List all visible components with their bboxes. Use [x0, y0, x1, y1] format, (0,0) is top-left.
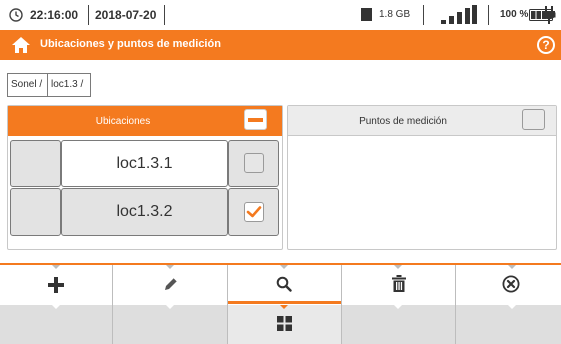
status-separator: [164, 5, 165, 25]
locations-select-all-checkbox[interactable]: [244, 109, 267, 130]
location-name[interactable]: loc1.3.2: [61, 188, 228, 236]
edit-button[interactable]: [113, 265, 225, 304]
add-icon: [48, 277, 64, 293]
grid-view-button[interactable]: [228, 305, 341, 344]
location-name[interactable]: loc1.3.1: [61, 140, 228, 187]
sd-card-icon: [361, 8, 372, 21]
battery-level: 100 %: [500, 9, 529, 20]
close-icon: [502, 275, 520, 293]
breadcrumb-current[interactable]: loc1.3 /: [47, 73, 91, 97]
close-button[interactable]: [456, 265, 561, 304]
delete-icon: [392, 275, 406, 292]
location-checkbox[interactable]: [244, 202, 264, 222]
memory-free: 1.8 GB: [379, 9, 411, 20]
edit-icon: [165, 277, 178, 290]
status-separator: [423, 5, 424, 25]
home-icon[interactable]: [12, 37, 30, 53]
grid-view-icon: [277, 316, 292, 331]
measurement-points-header-label: Puntos de medición: [359, 116, 447, 127]
locations-header-label: Ubicaciones: [95, 116, 151, 127]
status-separator: [488, 5, 489, 25]
search-button[interactable]: [228, 265, 340, 304]
delete-button[interactable]: [342, 265, 454, 304]
status-time: 22:16:00: [30, 8, 79, 22]
notch: [508, 305, 516, 309]
status-date: 2018-07-20: [95, 8, 157, 22]
location-checkbox[interactable]: [244, 153, 264, 173]
notch: [166, 305, 174, 309]
add-button[interactable]: [0, 265, 112, 304]
location-icon-cell[interactable]: [10, 140, 61, 187]
plug-icon: [543, 6, 555, 24]
signal-icon: [441, 5, 477, 24]
checkmark-icon: [246, 206, 262, 218]
location-icon-cell[interactable]: [10, 188, 61, 236]
points-select-all-checkbox[interactable]: [522, 109, 545, 130]
search-icon: [276, 276, 292, 292]
breadcrumb-root[interactable]: Sonel /: [7, 73, 48, 97]
notch: [394, 305, 402, 309]
notch: [52, 305, 60, 309]
help-icon[interactable]: ?: [537, 36, 555, 54]
page-title: Ubicaciones y puntos de medición: [40, 38, 221, 50]
partial-check-icon: [248, 118, 263, 122]
status-separator: [88, 5, 89, 25]
clock-icon: [9, 8, 23, 22]
